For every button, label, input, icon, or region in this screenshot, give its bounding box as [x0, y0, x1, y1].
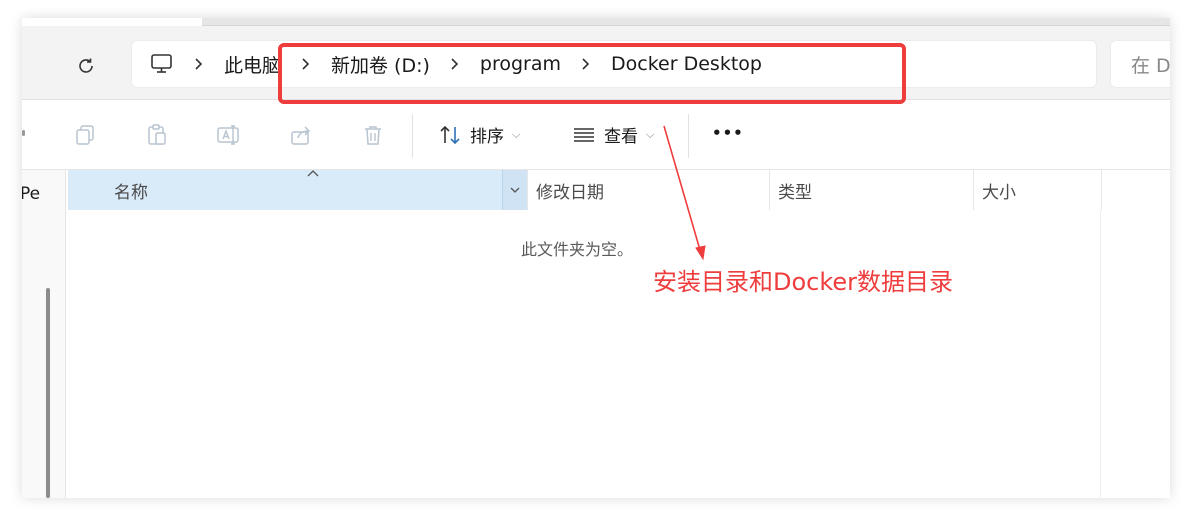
- view-label: 查看: [604, 127, 638, 147]
- refresh-icon: [79, 58, 93, 73]
- toolbar-separator: [688, 114, 689, 158]
- copy-icon: [76, 125, 94, 145]
- rename-button[interactable]: [214, 120, 244, 150]
- nav-pane-item[interactable]: Pe: [22, 184, 40, 204]
- sort-label: 排序: [470, 127, 504, 147]
- column-divider: [1100, 210, 1101, 498]
- sort-button[interactable]: 排序 ⌵: [438, 122, 520, 147]
- navigation-pane: Pe: [22, 170, 66, 498]
- column-header-size[interactable]: 大小: [974, 170, 1102, 210]
- rename-icon: [217, 125, 239, 145]
- refresh-button[interactable]: [72, 52, 100, 80]
- nav-pane-scrollbar[interactable]: [46, 288, 50, 498]
- file-list-pane: 名称 修改日期 类型 大小 此文件夹为空。: [66, 170, 1170, 498]
- column-header-type-label: 类型: [778, 182, 812, 203]
- empty-folder-message: 此文件夹为空。: [521, 240, 634, 259]
- breadcrumb-item-this-pc[interactable]: 此电脑: [224, 51, 281, 78]
- column-filter-dropdown[interactable]: [502, 170, 528, 210]
- paste-button[interactable]: [142, 120, 172, 150]
- share-button[interactable]: [286, 120, 316, 150]
- column-header-date[interactable]: 修改日期: [528, 170, 770, 210]
- title-strip: [202, 18, 1170, 26]
- delete-button[interactable]: [358, 120, 388, 150]
- more-icon: •••: [712, 124, 744, 142]
- sort-ascending-icon: [307, 170, 319, 177]
- computer-icon[interactable]: [150, 53, 174, 75]
- sort-icon: [440, 125, 460, 144]
- column-headers: 名称 修改日期 类型 大小: [68, 170, 1168, 210]
- paste-icon: [148, 124, 166, 145]
- command-bar: 排序 ⌵ 查看 ⌵ •••: [22, 100, 1170, 170]
- chevron-down-icon: ⌵: [646, 127, 655, 141]
- chevron-down-icon: [510, 187, 520, 193]
- trash-icon: [365, 126, 381, 145]
- share-icon: [291, 126, 311, 145]
- column-header-date-label: 修改日期: [536, 182, 604, 203]
- chevron-down-icon: ⌵: [512, 127, 521, 141]
- more-options-button[interactable]: •••: [712, 124, 744, 142]
- overflow-edge: [22, 130, 25, 136]
- copy-button[interactable]: [70, 120, 100, 150]
- search-placeholder: 在 D: [1131, 54, 1170, 77]
- toolbar-separator: [412, 114, 413, 158]
- column-header-name[interactable]: 名称: [68, 170, 528, 210]
- column-header-size-label: 大小: [982, 182, 1016, 203]
- annotation-highlight-box: [278, 43, 906, 104]
- column-header-name-label: 名称: [114, 182, 148, 203]
- column-header-type[interactable]: 类型: [770, 170, 974, 210]
- view-button[interactable]: 查看 ⌵: [572, 122, 654, 147]
- annotation-label: 安装目录和Docker数据目录: [653, 268, 954, 296]
- search-box[interactable]: 在 D: [1110, 40, 1170, 88]
- view-list-icon: [574, 127, 594, 142]
- chevron-right-icon[interactable]: [174, 57, 224, 71]
